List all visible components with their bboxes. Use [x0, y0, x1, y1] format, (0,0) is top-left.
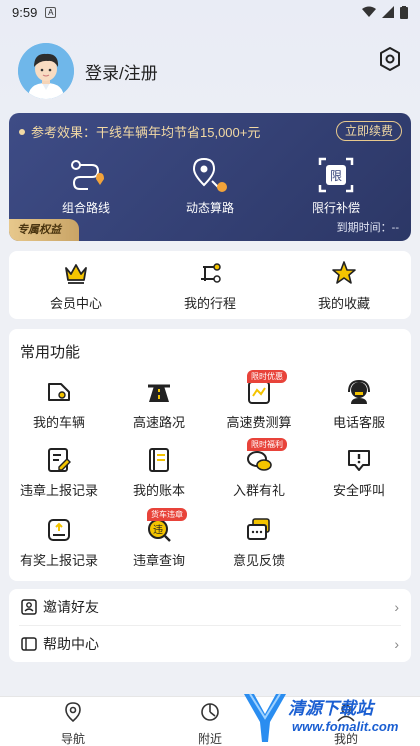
ledger-icon [145, 446, 173, 474]
invite-friends-row[interactable]: 邀请好友 › [9, 589, 411, 625]
profile-header[interactable]: 登录/注册 [18, 42, 158, 100]
toll-icon: 限时优惠 [245, 370, 287, 406]
function-label: 安全呼叫 [332, 483, 385, 498]
exclusive-tag: 专属权益 [9, 219, 79, 241]
watermark-url: www.fomalit.com [292, 719, 399, 734]
alert-icon [345, 446, 373, 474]
invite-icon [21, 599, 37, 615]
promo-badge: 限时福利 [247, 438, 287, 451]
expire-time: 到期时间：-- [336, 222, 399, 234]
function-label: 我的车辆 [32, 415, 85, 430]
quick-label: 会员中心 [49, 296, 102, 311]
function-label: 违章上报记录 [19, 483, 98, 498]
common-functions-card: 常用功能 我的车辆 高速路况 限时优惠 高速费测算 电话客服 违章上报记录 我的… [9, 329, 411, 581]
settings-button[interactable] [376, 45, 404, 73]
upload-icon [45, 516, 73, 544]
vip-promo-text: 参考效果：干线车辆年均节省15,000+元 [31, 125, 261, 140]
feature-combined-route[interactable]: 组合路线 [36, 155, 136, 216]
chevron-right-icon: › [394, 599, 399, 615]
feature-label: 动态算路 [185, 201, 234, 215]
function-label: 高速路况 [132, 415, 185, 430]
vehicle-icon [45, 378, 73, 406]
phone-support-button[interactable]: 电话客服 [309, 378, 409, 431]
login-register-link[interactable]: 登录/注册 [85, 59, 158, 84]
watermark-logo-icon [244, 693, 286, 742]
svg-text:违: 违 [153, 524, 163, 536]
feedback-icon [245, 516, 273, 544]
renew-button[interactable]: 立即续费 [335, 121, 402, 141]
vip-card[interactable]: 参考效果：干线车辆年均节省15,000+元 立即续费 组合路线 动态算路 限 限… [9, 113, 411, 241]
chat-group-icon: 限时福利 [245, 438, 287, 474]
invite-friends-label: 邀请好友 [43, 599, 99, 615]
trip-icon [196, 259, 224, 287]
function-label: 入群有礼 [232, 483, 285, 498]
headset-icon [345, 378, 373, 406]
help-center-row[interactable]: 帮助中心 › [9, 626, 411, 662]
links-card: 邀请好友 › 帮助中心 › [9, 589, 411, 662]
chevron-right-icon: › [394, 636, 399, 652]
function-label: 电话客服 [332, 415, 385, 430]
wifi-icon [362, 6, 376, 17]
feedback-button[interactable]: 意见反馈 [209, 516, 309, 569]
safety-call-button[interactable]: 安全呼叫 [309, 446, 409, 499]
nearby-icon [201, 703, 219, 721]
promo-badge: 限时优惠 [247, 370, 287, 383]
feature-restriction-compensation[interactable]: 限 限行补偿 [286, 155, 386, 216]
violation-query-button[interactable]: 货车违章 违 违章查询 [109, 508, 209, 569]
feature-label: 组合路线 [61, 201, 110, 215]
quick-label: 我的行程 [183, 296, 236, 311]
tab-label: 附近 [197, 732, 222, 746]
edit-doc-icon [45, 446, 73, 474]
reward-report-record-button[interactable]: 有奖上报记录 [9, 516, 109, 569]
help-icon [21, 637, 37, 651]
quick-links-card: 会员中心 我的行程 我的收藏 [9, 251, 411, 319]
watermark-title: 清源下载站 [288, 699, 373, 718]
notification-icon: A [45, 6, 57, 18]
join-group-gift-button[interactable]: 限时福利 入群有礼 [209, 438, 309, 499]
tab-label: 导航 [60, 732, 85, 746]
route-icon [66, 155, 106, 195]
avatar[interactable] [18, 43, 74, 99]
battery-icon [400, 5, 408, 19]
location-pin-icon [65, 702, 81, 723]
my-ledger-button[interactable]: 我的账本 [109, 446, 209, 499]
function-label: 意见反馈 [232, 553, 285, 568]
feature-dynamic-route[interactable]: 动态算路 [160, 155, 260, 216]
help-center-label: 帮助中心 [43, 636, 99, 652]
my-vehicle-button[interactable]: 我的车辆 [9, 378, 109, 431]
gear-icon [380, 47, 400, 71]
status-icons [362, 5, 408, 19]
svg-text:限: 限 [330, 169, 342, 183]
watermark: 清源下载站 www.fomalit.com [240, 690, 420, 746]
vip-promo: 参考效果：干线车辆年均节省15,000+元 [19, 122, 260, 141]
bullet-dot [19, 128, 25, 135]
function-label: 有奖上报记录 [19, 553, 98, 568]
function-label: 我的账本 [132, 483, 185, 498]
quick-label: 我的收藏 [317, 296, 370, 311]
my-trips-button[interactable]: 我的行程 [143, 259, 277, 312]
crown-icon [62, 259, 90, 287]
dynamic-route-icon [190, 155, 230, 195]
violation-search-icon: 货车违章 违 [145, 508, 187, 544]
member-center-button[interactable]: 会员中心 [9, 259, 143, 312]
function-label: 高速费测算 [226, 415, 292, 430]
tab-nearby[interactable]: 附近 [170, 701, 250, 746]
status-bar: 9:59 A [0, 0, 420, 24]
tab-navigation[interactable]: 导航 [33, 701, 113, 746]
highway-icon [145, 378, 173, 406]
signal-icon [382, 6, 394, 18]
status-time: 9:59 [12, 4, 38, 20]
function-label: 违章查询 [132, 553, 185, 568]
star-icon [330, 259, 358, 287]
feature-label: 限行补偿 [311, 201, 360, 215]
my-favorites-button[interactable]: 我的收藏 [277, 259, 411, 312]
restriction-icon: 限 [316, 155, 356, 195]
section-title: 常用功能 [20, 344, 81, 361]
promo-badge: 货车违章 [147, 508, 187, 521]
violation-report-record-button[interactable]: 违章上报记录 [9, 446, 109, 499]
highway-status-button[interactable]: 高速路况 [109, 378, 209, 431]
toll-calculator-button[interactable]: 限时优惠 高速费测算 [209, 370, 309, 431]
